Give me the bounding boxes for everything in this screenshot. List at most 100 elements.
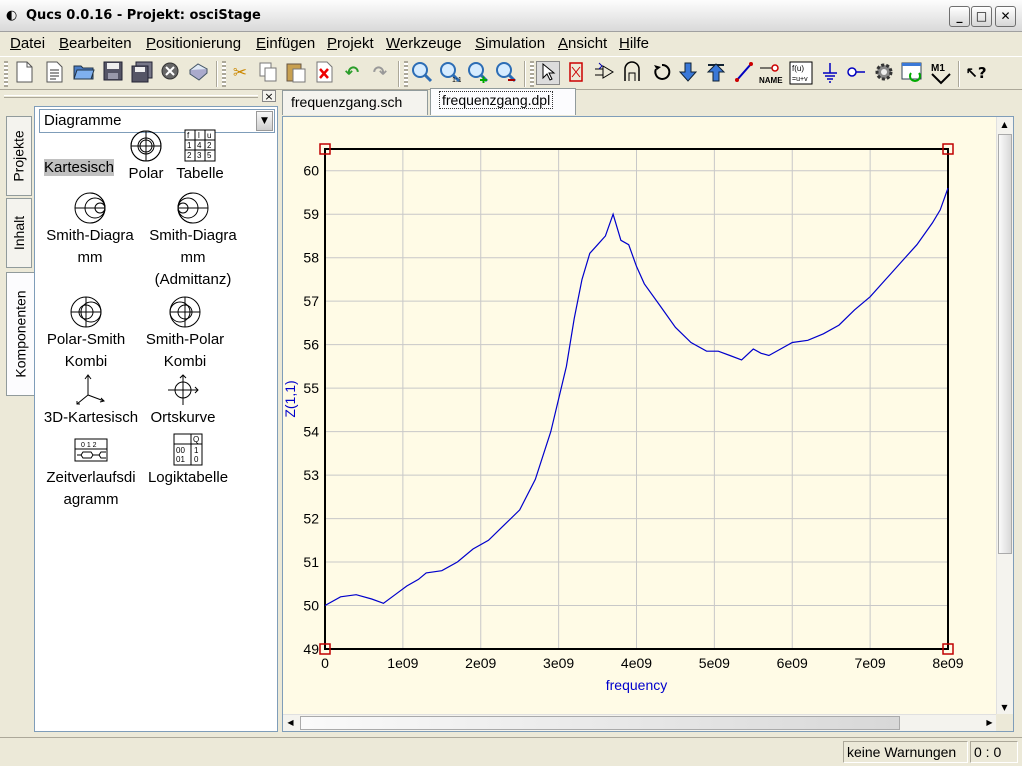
menu-einfuegen[interactable]: Einfügen: [256, 35, 315, 52]
menu-datei[interactable]: Datei: [10, 35, 45, 52]
wire-icon[interactable]: [732, 61, 756, 85]
view-data-icon[interactable]: [900, 61, 924, 85]
deactivate-icon[interactable]: [564, 61, 588, 85]
x-tick-label: 7e09: [855, 655, 886, 671]
menu-hilfe[interactable]: Hilfe: [619, 35, 649, 52]
scroll-right-icon[interactable]: ▶: [982, 715, 997, 730]
select-icon[interactable]: [536, 61, 560, 85]
category-select-value: Diagramme: [44, 112, 122, 129]
toolbar-grip[interactable]: [4, 61, 8, 87]
open-icon[interactable]: [72, 61, 96, 85]
paste-icon[interactable]: [284, 61, 308, 85]
horizontal-scrollbar[interactable]: ◀ ▶: [283, 714, 997, 731]
menu-werkzeuge[interactable]: Werkzeuge: [386, 35, 462, 52]
table-icon-text: l: [198, 131, 200, 140]
menu-bar: Datei Bearbeiten Positionierung Einfügen…: [0, 32, 1022, 56]
y-tick-label: 56: [303, 337, 319, 353]
toolbar: ✂ ↶ ↷ 1:1 NAME f(u) =u+v M1 ↖?: [0, 56, 1022, 90]
new-text-icon[interactable]: [42, 61, 66, 85]
tab-label: frequenzgang.dpl: [439, 91, 554, 109]
marker-label: M1: [931, 63, 945, 74]
tab-label: frequenzgang.sch: [291, 94, 403, 110]
go-into-icon[interactable]: [676, 61, 700, 85]
scroll-thumb[interactable]: [300, 716, 900, 730]
dock-handle[interactable]: [4, 95, 258, 98]
toolbar-grip[interactable]: [530, 61, 534, 87]
window-title: Qucs 0.0.16 - Projekt: osciStage: [26, 8, 261, 23]
scroll-up-icon[interactable]: ▲: [997, 117, 1012, 132]
dock-close-button[interactable]: ×: [262, 90, 276, 102]
zoom-out-icon[interactable]: [494, 61, 518, 85]
component-kartesisch[interactable]: Kartesisch: [39, 141, 119, 179]
scroll-left-icon[interactable]: ◀: [283, 715, 298, 730]
scroll-thumb[interactable]: [998, 134, 1012, 554]
zoom-fit-icon[interactable]: [410, 61, 434, 85]
mirror-x-icon[interactable]: [592, 61, 616, 85]
x-tick-label: 2e09: [465, 655, 496, 671]
scroll-down-icon[interactable]: ▼: [997, 700, 1012, 715]
cut-icon[interactable]: ✂: [228, 61, 252, 85]
maximize-button[interactable]: □: [971, 6, 992, 27]
component-smith-polar[interactable]: Smith-Polar Kombi: [133, 295, 237, 373]
minimize-button[interactable]: _: [949, 6, 970, 27]
whats-this-icon[interactable]: ↖?: [964, 61, 988, 85]
component-3d-kartesisch[interactable]: 3D-Kartesisch: [39, 373, 143, 429]
document-canvas[interactable]: 0 1e09 2e09 3e09 4e09 5e09 6e09 7e09 8e09 49 50 51 5…: [282, 116, 1014, 732]
tab-projekte[interactable]: Projekte: [6, 116, 32, 196]
zoom-in-icon[interactable]: [466, 61, 490, 85]
toolbar-separator: [524, 61, 526, 87]
x-axis-label: frequency: [606, 677, 667, 693]
menu-ansicht[interactable]: Ansicht: [558, 35, 607, 52]
toolbar-separator: [398, 61, 400, 87]
tab-komponenten[interactable]: Komponenten: [6, 272, 34, 396]
save-icon[interactable]: [101, 61, 125, 85]
close-button[interactable]: ✕: [995, 6, 1016, 27]
equation-icon[interactable]: f(u) =u+v: [788, 61, 814, 85]
undo-icon[interactable]: ↶: [340, 61, 364, 85]
component-label: Polar: [128, 165, 164, 182]
component-label: Kartesisch: [43, 159, 115, 176]
chevron-down-icon[interactable]: ▼: [256, 111, 273, 131]
marker-icon[interactable]: M1: [928, 61, 954, 85]
toolbar-grip[interactable]: [404, 61, 408, 87]
menu-positionierung[interactable]: Positionierung: [146, 35, 241, 52]
save-all-icon[interactable]: [130, 61, 154, 85]
component-logiktabelle[interactable]: Q 00 1 01 0 Logiktabelle: [143, 433, 233, 489]
component-polar-smith[interactable]: Polar-Smith Kombi: [39, 295, 133, 373]
qucs-app-icon: ◐: [6, 8, 18, 23]
y-tick-label: 49: [303, 641, 319, 657]
new-file-icon[interactable]: [12, 61, 36, 85]
tab-inhalt[interactable]: Inhalt: [6, 198, 32, 268]
tab-frequenzgang-sch[interactable]: frequenzgang.sch: [282, 90, 428, 115]
svg-text:=u+v: =u+v: [792, 76, 808, 83]
component-label: 3D-Kartesisch: [43, 409, 139, 426]
print-icon[interactable]: [186, 61, 210, 85]
component-tabelle[interactable]: flu 142 235 Tabelle: [169, 129, 231, 185]
zoom-1to1-icon[interactable]: 1:1: [438, 61, 462, 85]
ground-icon[interactable]: [818, 61, 842, 85]
copy-icon[interactable]: [256, 61, 280, 85]
menu-simulation[interactable]: Simulation: [475, 35, 545, 52]
delete-icon[interactable]: [312, 61, 336, 85]
go-up-icon[interactable]: [704, 61, 728, 85]
menu-bearbeiten[interactable]: Bearbeiten: [59, 35, 132, 52]
port-icon[interactable]: [844, 61, 868, 85]
menu-projekt[interactable]: Projekt: [327, 35, 374, 52]
redo-icon[interactable]: ↷: [368, 61, 392, 85]
locus-curve-icon: [168, 374, 199, 405]
table-icon-text: u: [207, 131, 211, 140]
component-smith-admittanz[interactable]: Smith-Diagra mm (Admittanz): [141, 191, 245, 291]
component-zeitverlauf[interactable]: 0 1 2 Zeitverlaufsdi agramm: [39, 433, 143, 511]
y-tick-label: 57: [303, 293, 319, 309]
mirror-y-icon[interactable]: [620, 61, 644, 85]
vertical-scrollbar[interactable]: ▲ ▼: [996, 117, 1013, 715]
wire-label-icon[interactable]: NAME: [758, 61, 786, 85]
component-smith[interactable]: Smith-Diagra mm: [39, 191, 141, 269]
tab-frequenzgang-dpl[interactable]: frequenzgang.dpl: [430, 88, 576, 115]
component-ortskurve[interactable]: Ortskurve: [145, 373, 221, 429]
toolbar-grip[interactable]: [222, 61, 226, 87]
close-doc-icon[interactable]: [158, 61, 182, 85]
rotate-icon[interactable]: [650, 61, 674, 85]
simulate-icon[interactable]: [872, 61, 896, 85]
cartesian-diagram[interactable]: 0 1e09 2e09 3e09 4e09 5e09 6e09 7e09 8e09 49 50 51 5…: [283, 117, 997, 715]
